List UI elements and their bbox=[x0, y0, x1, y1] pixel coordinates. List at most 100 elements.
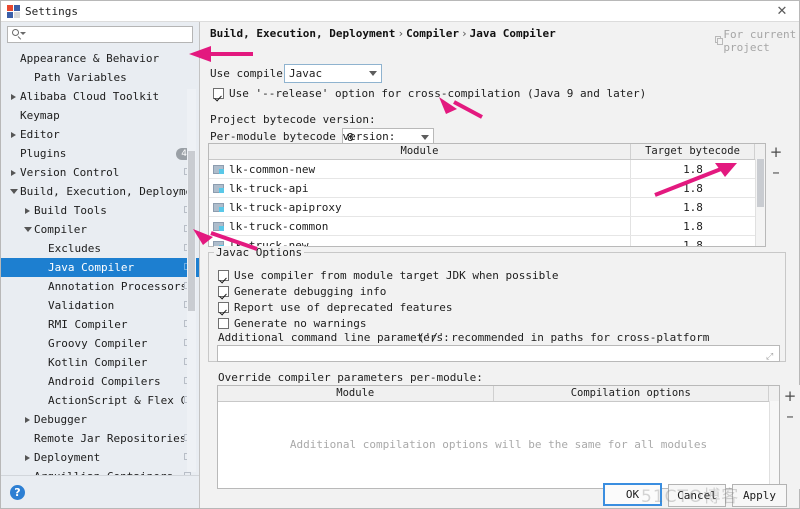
column-header-compilation-options[interactable]: Compilation options bbox=[494, 386, 769, 401]
table-row[interactable]: lk-truck-apiproxy 1.8 bbox=[209, 198, 765, 217]
column-header-module[interactable]: Module bbox=[218, 386, 494, 401]
module-table-scrollbar-thumb[interactable] bbox=[757, 159, 764, 207]
settings-tree[interactable]: Appearance & Behavior Path Variables Aliba… bbox=[1, 49, 199, 476]
target-bytecode-cell[interactable]: 1.8 bbox=[631, 220, 755, 233]
chevron-down-icon[interactable] bbox=[7, 189, 20, 194]
javac-option-row[interactable]: Generate no warnings bbox=[218, 317, 366, 330]
javac-option-row[interactable]: Generate debugging info bbox=[218, 285, 386, 298]
sidebar-item-kotlin-compiler[interactable]: Kotlin Compiler bbox=[1, 353, 199, 372]
use-compiler-value: Javac bbox=[289, 67, 323, 80]
chevron-right-icon[interactable] bbox=[7, 93, 20, 100]
sidebar-item-path-variables[interactable]: Path Variables bbox=[1, 68, 199, 87]
release-option-checkbox[interactable] bbox=[213, 88, 224, 99]
sidebar-item-appearance-behavior[interactable]: Appearance & Behavior bbox=[1, 49, 199, 68]
module-cell[interactable]: lk-truck-api bbox=[209, 179, 631, 197]
chevron-down-icon[interactable] bbox=[21, 227, 34, 232]
release-option-row[interactable]: Use '--release' option for cross-compila… bbox=[213, 87, 646, 100]
expand-icon[interactable]: ⤢ bbox=[766, 352, 775, 362]
sidebar-item-java-compiler[interactable]: Java Compiler bbox=[1, 258, 199, 277]
sidebar-item-plugins[interactable]: Plugins 4 bbox=[1, 144, 199, 163]
sidebar-item-build-execution-deployment[interactable]: Build, Execution, Deployment bbox=[1, 182, 199, 201]
sidebar-item-groovy-compiler[interactable]: Groovy Compiler bbox=[1, 334, 199, 353]
sidebar-item-debugger[interactable]: Debugger bbox=[1, 410, 199, 429]
sidebar-item-android-compilers[interactable]: Android Compilers bbox=[1, 372, 199, 391]
sidebar-item-build-tools[interactable]: Build Tools bbox=[1, 201, 199, 220]
add-module-button[interactable]: + bbox=[769, 144, 783, 159]
search-input[interactable] bbox=[26, 27, 188, 42]
additional-params-input[interactable]: ⤢ bbox=[217, 345, 780, 362]
sidebar-item-excludes[interactable]: Excludes bbox=[1, 239, 199, 258]
sidebar-item-version-control[interactable]: Version Control bbox=[1, 163, 199, 182]
remove-override-button[interactable]: – bbox=[783, 408, 797, 423]
module-cell[interactable]: lk-truck-common bbox=[209, 217, 631, 235]
add-override-button[interactable]: + bbox=[783, 388, 797, 403]
sidebar-item-remote-jar-repositories[interactable]: Remote Jar Repositories bbox=[1, 429, 199, 448]
override-parameters-table[interactable]: Module Compilation options Additional comp… bbox=[217, 385, 780, 489]
module-table-toolbar: + – bbox=[766, 143, 790, 247]
sidebar-item-label: Appearance & Behavior bbox=[20, 52, 160, 65]
table-row[interactable]: lk-common-new 1.8 bbox=[209, 160, 765, 179]
project-bytecode-row: Project bytecode version: bbox=[210, 113, 376, 126]
twisty-glyph bbox=[11, 93, 16, 100]
column-header-module[interactable]: Module bbox=[209, 144, 631, 159]
javac-option-row[interactable]: Use compiler from module target JDK when… bbox=[218, 269, 559, 282]
sidebar-item-annotation-processors[interactable]: Annotation Processors bbox=[1, 277, 199, 296]
watermark: 51CTO博客 bbox=[641, 487, 740, 507]
use-compiler-select[interactable]: Javac bbox=[284, 64, 382, 83]
chevron-right-icon[interactable] bbox=[21, 207, 34, 214]
javac-option-checkbox[interactable] bbox=[218, 302, 229, 313]
chevron-right-icon[interactable] bbox=[7, 169, 20, 176]
search-icon bbox=[12, 29, 26, 40]
sidebar-item-label: Compiler bbox=[34, 223, 87, 236]
javac-option-checkbox[interactable] bbox=[218, 318, 229, 329]
twisty-glyph bbox=[11, 169, 16, 176]
sidebar-item-label: Build Tools bbox=[34, 204, 107, 217]
module-cell[interactable]: lk-common-new bbox=[209, 160, 631, 178]
breadcrumb-separator-1: › bbox=[397, 27, 405, 40]
override-table-scrollbar-track[interactable] bbox=[769, 401, 779, 488]
java-compiler-panel: Build, Execution, Deployment › Compiler › Ja… bbox=[200, 22, 800, 508]
chevron-right-icon[interactable] bbox=[21, 416, 34, 423]
module-name: lk-truck-common bbox=[229, 219, 329, 233]
chevron-right-icon[interactable] bbox=[7, 131, 20, 138]
sidebar-item-deployment[interactable]: Deployment bbox=[1, 448, 199, 467]
column-header-target-bytecode[interactable]: Target bytecode version bbox=[631, 144, 755, 159]
close-icon[interactable]: ✕ bbox=[769, 2, 795, 21]
sidebar-item-label: Annotation Processors bbox=[48, 280, 184, 293]
sidebar-item-label: RMI Compiler bbox=[48, 318, 128, 331]
table-row[interactable]: lk-truck-common 1.8 bbox=[209, 217, 765, 236]
javac-option-label: Generate debugging info bbox=[234, 285, 387, 298]
remove-module-button[interactable]: – bbox=[769, 164, 783, 179]
module-bytecode-table[interactable]: ModuleTarget bytecode versionlk-common-n… bbox=[208, 143, 766, 247]
sidebar-item-actionscript-flex-compi[interactable]: ActionScript & Flex Compi bbox=[1, 391, 199, 410]
sidebar-footer: ? bbox=[1, 475, 199, 508]
override-label: Override compiler parameters per-module: bbox=[218, 371, 483, 384]
settings-dialog: Settings ✕ Appearance & Behavior Path Var… bbox=[0, 0, 800, 509]
search-box[interactable] bbox=[7, 26, 193, 43]
javac-option-label: Report use of deprecated features bbox=[234, 301, 453, 314]
target-bytecode-cell[interactable]: 1.8 bbox=[631, 182, 755, 195]
sidebar-item-validation[interactable]: Validation bbox=[1, 296, 199, 315]
help-icon[interactable]: ? bbox=[10, 485, 25, 500]
module-table-scrollbar-track[interactable] bbox=[755, 159, 765, 246]
sidebar-item-rmi-compiler[interactable]: RMI Compiler bbox=[1, 315, 199, 334]
target-bytecode-cell[interactable]: 1.8 bbox=[631, 201, 755, 214]
sidebar-item-editor[interactable]: Editor bbox=[1, 125, 199, 144]
javac-option-checkbox[interactable] bbox=[218, 286, 229, 297]
table-row[interactable]: lk-truck-api 1.8 bbox=[209, 179, 765, 198]
javac-option-checkbox[interactable] bbox=[218, 270, 229, 281]
breadcrumb-part-1[interactable]: Build, Execution, Deployment bbox=[210, 27, 395, 40]
breadcrumb-part-3: Java Compiler bbox=[469, 27, 556, 40]
sidebar-item-compiler[interactable]: Compiler bbox=[1, 220, 199, 239]
sidebar-item-keymap[interactable]: Keymap bbox=[1, 106, 199, 125]
sidebar-scrollbar-track[interactable] bbox=[187, 89, 196, 472]
javac-option-row[interactable]: Report use of deprecated features bbox=[218, 301, 453, 314]
target-bytecode-cell[interactable]: 1.8 bbox=[631, 239, 755, 247]
apply-button[interactable]: Apply bbox=[732, 484, 787, 507]
breadcrumb-part-2[interactable]: Compiler bbox=[406, 27, 459, 40]
sidebar-scrollbar-thumb[interactable] bbox=[188, 151, 195, 311]
sidebar-item-alibaba-cloud-toolkit[interactable]: Alibaba Cloud Toolkit bbox=[1, 87, 199, 106]
target-bytecode-cell[interactable]: 1.8 bbox=[631, 163, 755, 176]
module-cell[interactable]: lk-truck-apiproxy bbox=[209, 198, 631, 216]
chevron-right-icon[interactable] bbox=[21, 454, 34, 461]
